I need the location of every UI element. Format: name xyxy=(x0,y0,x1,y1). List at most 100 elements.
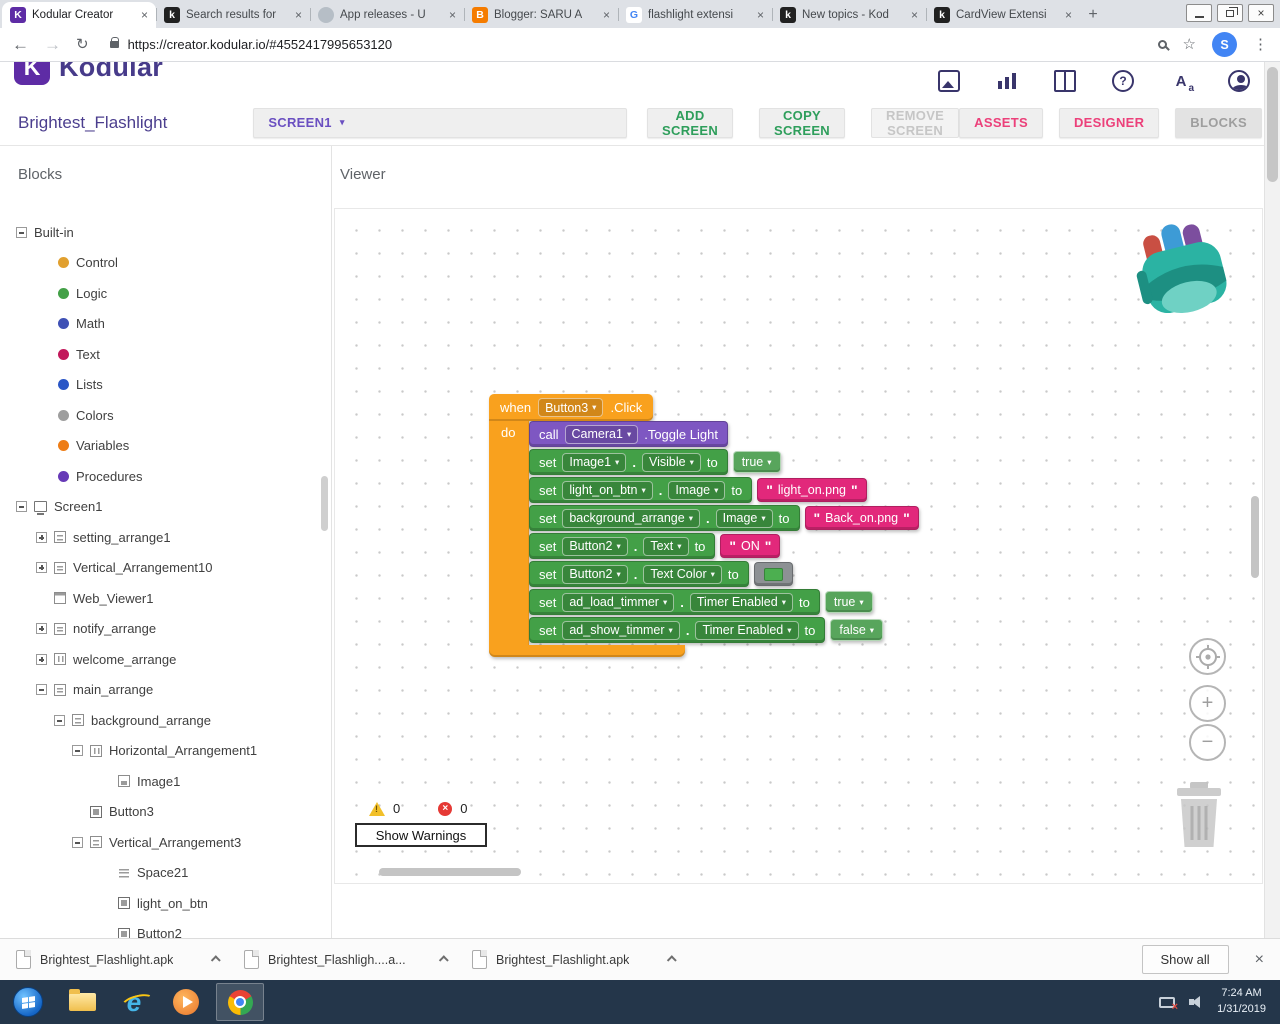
tree-item-logic[interactable]: Logic xyxy=(0,278,331,309)
forward-icon[interactable]: → xyxy=(44,36,61,53)
property-dropdown[interactable]: Image xyxy=(668,481,725,500)
tree-item-variables[interactable]: Variables xyxy=(0,431,331,462)
blocks-workspace[interactable]: when Button3 .Click do call Camera1 xyxy=(334,208,1263,884)
trash-can[interactable] xyxy=(1173,782,1225,855)
minimize-button[interactable] xyxy=(1186,4,1212,22)
zoom-indicator-icon[interactable] xyxy=(1158,40,1167,49)
profile-avatar[interactable]: S xyxy=(1212,32,1237,57)
download-item[interactable]: Brightest_Flashligh....a... xyxy=(244,950,448,969)
property-dropdown[interactable]: Visible xyxy=(642,453,701,472)
expand-icon[interactable] xyxy=(36,532,47,543)
tree-item-vertical-arrangement3[interactable]: Vertical_Arrangement3 xyxy=(0,827,331,858)
tree-item-procedures[interactable]: Procedures xyxy=(0,461,331,492)
download-menu-icon[interactable] xyxy=(439,955,449,965)
tab-blogger[interactable]: B Blogger: SARU A × xyxy=(464,2,618,28)
tree-item-notify-arrange[interactable]: notify_arrange xyxy=(0,614,331,645)
tree-item-math[interactable]: Math xyxy=(0,309,331,340)
start-button[interactable] xyxy=(0,987,56,1017)
tab-close-icon[interactable]: × xyxy=(603,8,610,22)
show-all-downloads-button[interactable]: Show all xyxy=(1142,945,1229,974)
close-button[interactable]: × xyxy=(1248,4,1274,22)
volume-icon[interactable] xyxy=(1189,996,1203,1008)
stats-icon[interactable] xyxy=(996,70,1018,92)
restore-button[interactable] xyxy=(1217,4,1243,22)
assets-button[interactable]: ASSETS xyxy=(959,108,1043,138)
language-icon[interactable] xyxy=(1170,70,1192,92)
component-dropdown[interactable]: background_arrange xyxy=(562,509,700,528)
set-light-on-btn-image-block[interactable]: set light_on_btn . Image to xyxy=(529,477,752,503)
scrollbar-thumb[interactable] xyxy=(1267,67,1278,182)
tree-item-button2[interactable]: Button2 xyxy=(0,919,331,939)
logic-false-block[interactable]: false xyxy=(830,619,883,641)
expand-icon[interactable] xyxy=(36,562,47,573)
tree-item-web-viewer1[interactable]: Web_Viewer1 xyxy=(0,583,331,614)
kodular-logo[interactable]: K Kodular xyxy=(14,62,163,85)
tab-close-icon[interactable]: × xyxy=(449,8,456,22)
tree-item-lists[interactable]: Lists xyxy=(0,370,331,401)
component-dropdown[interactable]: Camera1 xyxy=(565,425,639,444)
set-image1-visible-block[interactable]: set Image1 . Visible to xyxy=(529,449,728,475)
add-screen-button[interactable]: ADD SCREEN xyxy=(647,108,733,138)
secure-lock-icon[interactable] xyxy=(110,41,119,48)
page-scrollbar[interactable] xyxy=(1264,62,1280,938)
property-dropdown[interactable]: Image xyxy=(716,509,773,528)
tree-item-setting-arrange1[interactable]: setting_arrange1 xyxy=(0,522,331,553)
internet-explorer-button[interactable]: e xyxy=(108,980,160,1024)
download-menu-icon[interactable] xyxy=(667,955,677,965)
tree-item-main-arrange[interactable]: main_arrange xyxy=(0,675,331,706)
tab-cardview-extension[interactable]: k CardView Extensi × xyxy=(926,2,1080,28)
tree-item-button3[interactable]: Button3 xyxy=(0,797,331,828)
tab-close-icon[interactable]: × xyxy=(911,8,918,22)
set-ad-show-timmer-enabled-block[interactable]: set ad_show_timmer . Timer Enabled to xyxy=(529,617,825,643)
text-string-block[interactable]: "Back_on.png" xyxy=(805,506,919,530)
component-dropdown[interactable]: ad_load_timmer xyxy=(562,593,674,612)
tree-item-text[interactable]: Text xyxy=(0,339,331,370)
download-item[interactable]: Brightest_Flashlight.apk xyxy=(16,950,220,969)
text-string-block[interactable]: "ON" xyxy=(720,534,780,558)
collapse-icon[interactable] xyxy=(72,837,83,848)
tab-close-icon[interactable]: × xyxy=(141,8,148,22)
collapse-icon[interactable] xyxy=(72,745,83,756)
tree-item-colors[interactable]: Colors xyxy=(0,400,331,431)
tree-item-welcome-arrange[interactable]: welcome_arrange xyxy=(0,644,331,675)
component-dropdown[interactable]: Button2 xyxy=(562,565,627,584)
tree-item-space21[interactable]: Space21 xyxy=(0,858,331,889)
panel-scrollbar[interactable] xyxy=(321,476,328,531)
property-dropdown[interactable]: Text xyxy=(643,537,688,556)
download-menu-icon[interactable] xyxy=(211,955,221,965)
when-event-block[interactable]: when Button3 .Click xyxy=(489,394,653,421)
screen-selector-button[interactable]: SCREEN1 xyxy=(253,108,627,138)
blocks-button[interactable]: BLOCKS xyxy=(1175,108,1262,138)
show-warnings-button[interactable]: Show Warnings xyxy=(355,823,487,847)
back-icon[interactable]: ← xyxy=(12,36,29,53)
collapse-icon[interactable] xyxy=(36,684,47,695)
tree-item-control[interactable]: Control xyxy=(0,248,331,279)
download-item[interactable]: Brightest_Flashlight.apk xyxy=(472,950,676,969)
logic-true-block[interactable]: true xyxy=(733,451,781,473)
component-dropdown[interactable]: light_on_btn xyxy=(562,481,652,500)
workspace-vertical-scrollbar[interactable] xyxy=(1251,496,1259,578)
set-ad-load-timmer-enabled-block[interactable]: set ad_load_timmer . Timer Enabled to xyxy=(529,589,820,615)
property-dropdown[interactable]: Text Color xyxy=(643,565,722,584)
help-icon[interactable] xyxy=(1112,70,1134,92)
tree-item-light-on-btn[interactable]: light_on_btn xyxy=(0,888,331,919)
component-dropdown[interactable]: ad_show_timmer xyxy=(562,621,679,640)
tree-builtin-header[interactable]: Built-in xyxy=(0,217,331,248)
text-string-block[interactable]: "light_on.png" xyxy=(757,478,866,502)
tab-close-icon[interactable]: × xyxy=(1065,8,1072,22)
expand-icon[interactable] xyxy=(36,623,47,634)
gallery-icon[interactable] xyxy=(938,70,960,92)
zoom-out-button[interactable]: − xyxy=(1189,724,1226,761)
tab-flashlight-search[interactable]: G flashlight extensi × xyxy=(618,2,772,28)
set-button2-text-block[interactable]: set Button2 . Text to xyxy=(529,533,715,559)
event-component-dropdown[interactable]: Button3 xyxy=(538,398,603,417)
library-icon[interactable] xyxy=(1054,70,1076,92)
expand-icon[interactable] xyxy=(36,654,47,665)
tab-app-releases[interactable]: App releases - U × xyxy=(310,2,464,28)
logic-true-block[interactable]: true xyxy=(825,591,873,613)
property-dropdown[interactable]: Timer Enabled xyxy=(695,621,798,640)
reload-icon[interactable]: ↻ xyxy=(76,37,89,52)
address-bar[interactable]: https://creator.kodular.io/#455241799565… xyxy=(110,37,1143,52)
component-dropdown[interactable]: Button2 xyxy=(562,537,627,556)
bookmark-star-icon[interactable]: ☆ xyxy=(1183,37,1196,52)
